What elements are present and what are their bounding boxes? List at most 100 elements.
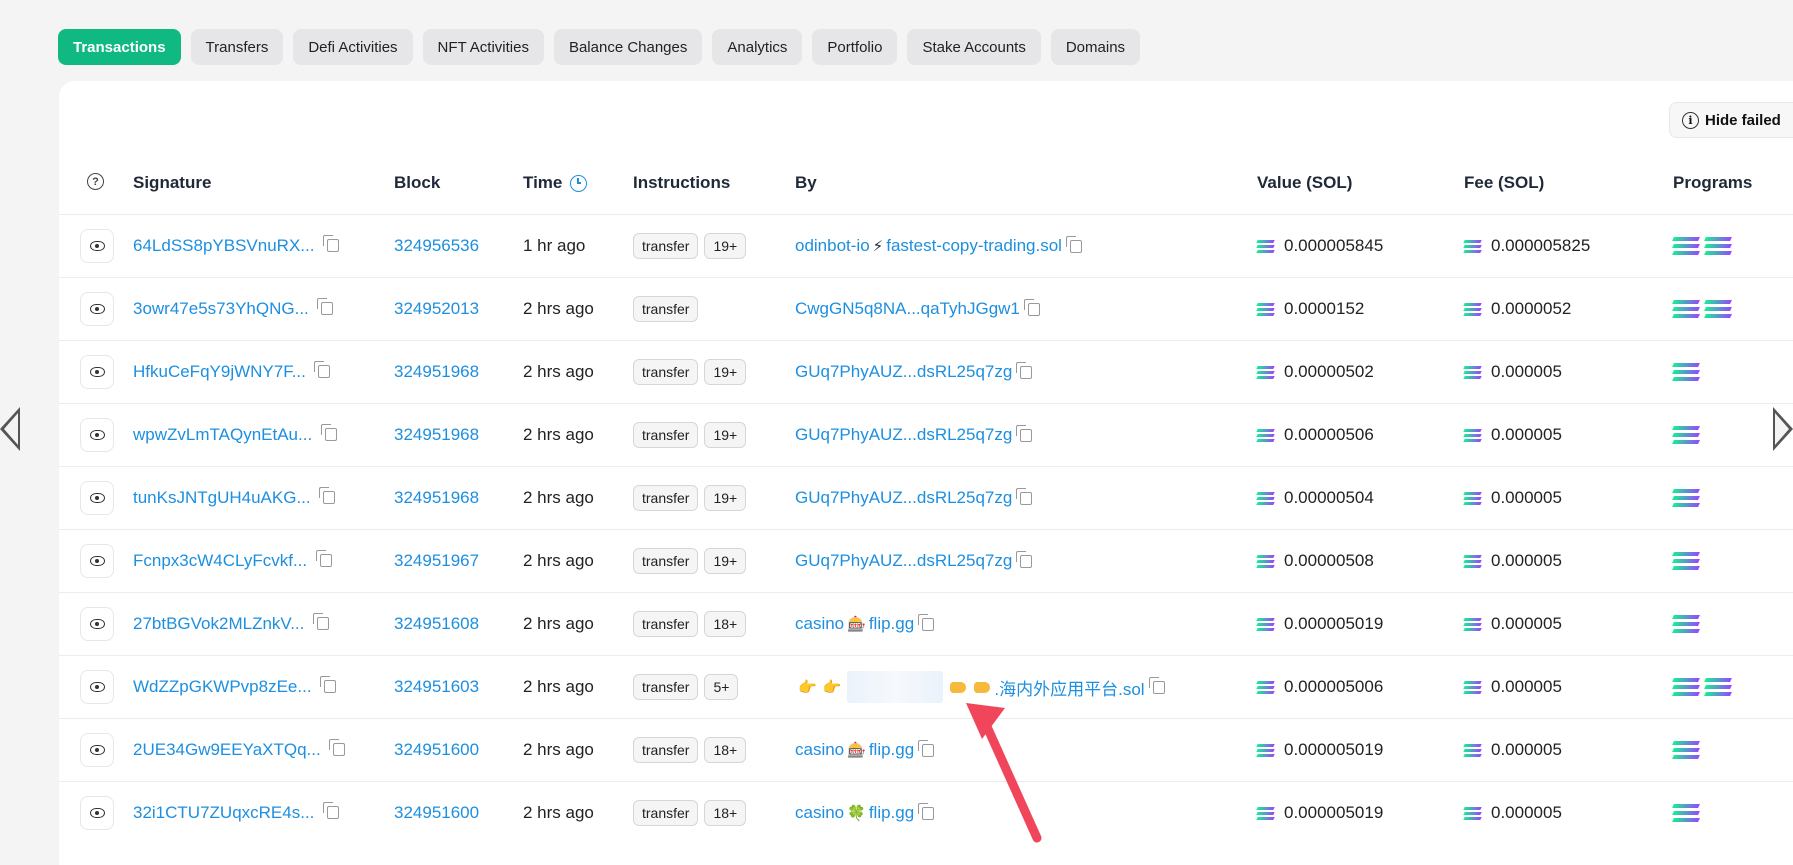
clock-icon[interactable] — [570, 174, 588, 192]
signature-link[interactable]: 3owr47e5s73YhQNG... — [133, 299, 309, 318]
block-link[interactable]: 324956536 — [394, 236, 479, 256]
copy-icon[interactable] — [1016, 550, 1033, 568]
tab-balance-changes[interactable]: Balance Changes — [553, 29, 703, 65]
copy-icon[interactable] — [918, 802, 935, 820]
tab-transactions[interactable]: Transactions — [58, 29, 181, 65]
more-instructions-badge[interactable]: 18+ — [704, 737, 747, 763]
more-instructions-badge[interactable]: 19+ — [704, 485, 747, 511]
copy-icon[interactable] — [1016, 487, 1033, 505]
solana-program-icon[interactable] — [1672, 300, 1700, 318]
hide-failed-toggle[interactable]: i Hide failed — [1669, 102, 1793, 138]
by-address-link[interactable]: GUq7PhyAUZ...dsRL25q7zg — [795, 362, 1012, 382]
by-domain-link[interactable]: flip.gg — [869, 803, 914, 823]
solana-program-icon[interactable] — [1672, 552, 1700, 570]
solana-program-icon[interactable] — [1704, 237, 1732, 255]
by-address-link[interactable]: GUq7PhyAUZ...dsRL25q7zg — [795, 488, 1012, 508]
copy-icon[interactable] — [320, 676, 336, 693]
solana-program-icon[interactable] — [1672, 678, 1700, 696]
by-domain-link[interactable]: fastest-copy-trading.sol — [886, 236, 1062, 256]
copy-icon[interactable] — [319, 487, 336, 504]
instruction-badge[interactable]: transfer — [633, 233, 699, 259]
by-address-link[interactable]: CwgGN5q8NA...qaTyhJGgw1 — [795, 299, 1020, 319]
block-link[interactable]: 324951967 — [394, 551, 479, 571]
copy-icon[interactable] — [329, 739, 346, 756]
more-instructions-badge[interactable]: 19+ — [704, 233, 747, 259]
signature-link[interactable]: 2UE34Gw9EEYaXTQq... — [133, 740, 321, 759]
copy-icon[interactable] — [315, 550, 332, 567]
instruction-badge[interactable]: transfer — [633, 800, 699, 826]
solana-program-icon[interactable] — [1672, 741, 1700, 759]
block-link[interactable]: 324952013 — [394, 299, 479, 319]
view-button[interactable] — [80, 670, 114, 704]
view-button[interactable] — [80, 292, 114, 326]
more-instructions-badge[interactable]: 19+ — [704, 359, 747, 385]
instruction-badge[interactable]: transfer — [633, 359, 699, 385]
signature-link[interactable]: 64LdSS8pYBSVnuRX... — [133, 236, 314, 255]
view-button[interactable] — [80, 607, 114, 641]
instruction-badge[interactable]: transfer — [633, 485, 699, 511]
more-instructions-badge[interactable]: 19+ — [704, 422, 747, 448]
view-button[interactable] — [80, 229, 114, 263]
tab-transfers[interactable]: Transfers — [190, 29, 284, 65]
more-instructions-badge[interactable]: 5+ — [704, 674, 739, 700]
solana-program-icon[interactable] — [1672, 489, 1700, 507]
signature-link[interactable]: Fcnpx3cW4CLyFcvkf... — [133, 551, 307, 570]
block-link[interactable]: 324951968 — [394, 488, 479, 508]
copy-icon[interactable] — [918, 739, 935, 757]
solana-program-icon[interactable] — [1672, 237, 1700, 255]
copy-icon[interactable] — [312, 613, 329, 630]
solana-program-icon[interactable] — [1672, 363, 1700, 381]
copy-icon[interactable] — [322, 235, 339, 252]
more-instructions-badge[interactable]: 19+ — [704, 548, 747, 574]
instruction-badge[interactable]: transfer — [633, 611, 699, 637]
solana-program-icon[interactable] — [1672, 804, 1700, 822]
instruction-badge[interactable]: transfer — [633, 422, 699, 448]
signature-link[interactable]: HfkuCeFqY9jWNY7F... — [133, 362, 306, 381]
solana-program-icon[interactable] — [1672, 615, 1700, 633]
copy-icon[interactable] — [1023, 298, 1040, 316]
block-link[interactable]: 324951968 — [394, 425, 479, 445]
instruction-badge[interactable]: transfer — [633, 548, 699, 574]
signature-link[interactable]: WdZZpGKWPvp8zEe... — [133, 677, 312, 696]
more-instructions-badge[interactable]: 18+ — [704, 611, 747, 637]
instruction-badge[interactable]: transfer — [633, 737, 699, 763]
tab-stake-accounts[interactable]: Stake Accounts — [907, 29, 1041, 65]
signature-link[interactable]: tunKsJNTgUH4uAKG... — [133, 488, 311, 507]
more-instructions-badge[interactable]: 18+ — [704, 800, 747, 826]
copy-icon[interactable] — [317, 298, 334, 315]
block-link[interactable]: 324951603 — [394, 677, 479, 697]
copy-icon[interactable] — [1016, 424, 1033, 442]
signature-link[interactable]: 32i1CTU7ZUqxcRE4s... — [133, 803, 314, 822]
by-address-link[interactable]: GUq7PhyAUZ...dsRL25q7zg — [795, 425, 1012, 445]
block-link[interactable]: 324951600 — [394, 803, 479, 823]
question-icon[interactable]: ? — [87, 173, 104, 190]
copy-icon[interactable] — [314, 361, 331, 378]
by-name-link[interactable]: casino — [795, 614, 844, 634]
copy-icon[interactable] — [918, 613, 935, 631]
copy-icon[interactable] — [320, 424, 337, 441]
solana-program-icon[interactable] — [1672, 426, 1700, 444]
tab-defi-activities[interactable]: Defi Activities — [293, 29, 413, 65]
by-name-link[interactable]: odinbot-io — [795, 236, 870, 256]
copy-icon[interactable] — [322, 802, 339, 819]
solana-program-icon[interactable] — [1704, 678, 1732, 696]
solana-program-icon[interactable] — [1704, 300, 1732, 318]
block-link[interactable]: 324951608 — [394, 614, 479, 634]
block-link[interactable]: 324951600 — [394, 740, 479, 760]
by-name-link[interactable]: casino — [795, 740, 844, 760]
view-button[interactable] — [80, 544, 114, 578]
tab-domains[interactable]: Domains — [1050, 29, 1141, 65]
tab-portfolio[interactable]: Portfolio — [812, 29, 898, 65]
block-link[interactable]: 324951968 — [394, 362, 479, 382]
tab-analytics[interactable]: Analytics — [712, 29, 803, 65]
view-button[interactable] — [80, 418, 114, 452]
by-domain-link[interactable]: flip.gg — [869, 614, 914, 634]
previous-arrow-icon[interactable] — [0, 407, 20, 451]
by-address-link[interactable]: GUq7PhyAUZ...dsRL25q7zg — [795, 551, 1012, 571]
view-button[interactable] — [80, 355, 114, 389]
copy-icon[interactable] — [1148, 676, 1165, 694]
signature-link[interactable]: 27btBGVok2MLZnkV... — [133, 614, 304, 633]
instruction-badge[interactable]: transfer — [633, 674, 699, 700]
view-button[interactable] — [80, 733, 114, 767]
view-button[interactable] — [80, 796, 114, 830]
